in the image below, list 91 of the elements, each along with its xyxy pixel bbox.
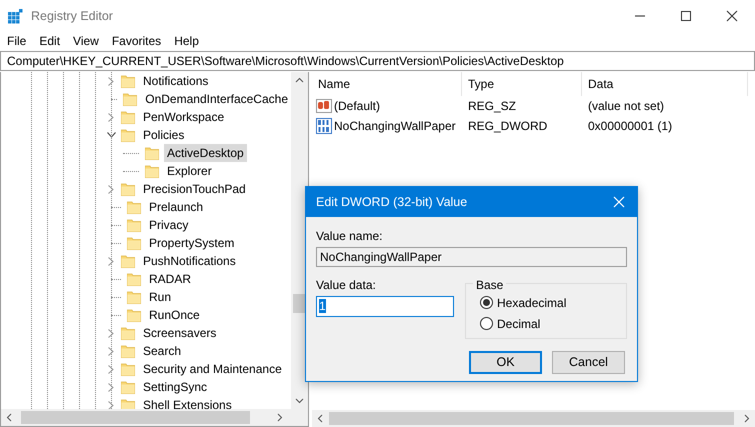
tree-item[interactable]: SettingSync [140,378,210,396]
tree-item[interactable]: PenWorkspace [140,108,228,126]
folder-icon [127,200,141,214]
scrollbar-thumb[interactable] [329,412,734,425]
tree-item[interactable]: Notifications [140,72,212,90]
value-type: REG_SZ [468,99,516,113]
value-name[interactable]: (Default) [334,97,380,115]
tree-item[interactable]: Prelaunch [146,198,206,216]
field-label: Value name: [316,228,384,245]
address-bar[interactable]: Computer\HKEY_CURRENT_USER\Software\Microsoft\Windows\CurrentVersion\Policies\ActiveDesktop [0,51,755,71]
menu-item[interactable]: Favorites [112,32,162,50]
folder-icon [121,110,135,124]
horizontal-scrollbar[interactable] [1,409,308,426]
vertical-scrollbar[interactable] [291,72,308,409]
expand-chevron-icon[interactable] [108,184,114,194]
folder-icon [121,344,135,358]
menu-item[interactable]: View [73,32,99,50]
scroll-right-icon[interactable] [742,414,751,423]
expand-chevron-icon[interactable] [108,382,114,392]
close-icon[interactable] [611,194,627,210]
folder-icon [121,398,135,409]
folder-icon [127,218,141,232]
folder-icon [121,362,135,376]
tree-item[interactable]: Shell Extensions [140,396,235,409]
app-icon [8,8,23,24]
column-header[interactable]: Data [582,72,748,96]
tree-item[interactable]: Search [140,342,184,360]
tree-item[interactable]: PropertySystem [146,234,238,252]
menu-item[interactable]: File [7,32,26,50]
horizontal-scrollbar[interactable] [312,410,755,427]
value-data: 0x00000001 (1) [588,119,672,133]
tree-item[interactable]: PushNotifications [140,252,239,270]
expand-chevron-icon[interactable] [108,76,114,86]
scrollbar-thumb[interactable] [293,294,306,313]
folder-icon [121,128,135,142]
folder-icon [121,182,135,196]
field-label: Value data: [316,277,377,294]
column-header[interactable]: Name [312,72,462,96]
tree-item[interactable]: Run [146,288,174,306]
scrollbar-thumb[interactable] [21,411,250,424]
tree-item[interactable]: Policies [140,126,188,144]
folder-icon [127,290,141,304]
tree-item[interactable]: ActiveDesktop [164,144,247,162]
folder-icon [121,326,135,340]
tree-item[interactable]: Explorer [164,162,215,180]
folder-icon [121,380,135,394]
menu-item[interactable]: Help [174,32,199,50]
scroll-right-icon[interactable] [275,413,284,422]
expand-chevron-icon[interactable] [108,346,114,356]
folder-icon [145,146,159,160]
ok-button[interactable]: OK [469,351,542,374]
radio-button[interactable] [480,296,493,309]
menu-item[interactable]: Edit [39,32,60,50]
column-header[interactable]: Type [462,72,582,96]
dialog-title: Edit DWORD (32-bit) Value [316,194,468,211]
folder-icon [127,272,141,286]
expand-chevron-icon[interactable] [108,328,114,338]
tree-item[interactable]: Privacy [146,216,192,234]
scroll-left-icon[interactable] [316,414,325,423]
expand-chevron-icon[interactable] [108,364,114,374]
value-name[interactable]: NoChangingWallPaper [334,117,456,135]
radio-button[interactable] [480,317,493,330]
value-data: (value not set) [588,99,664,113]
tree-item[interactable]: RADAR [146,270,194,288]
expand-chevron-icon[interactable] [108,112,114,122]
folder-icon [121,74,135,88]
binary-value-icon [316,118,332,134]
folder-icon [121,254,135,268]
value-data-field[interactable]: 1 [316,296,454,317]
folder-icon [123,92,138,106]
string-value-icon [316,98,332,114]
collapse-chevron-icon[interactable] [106,132,116,138]
expand-chevron-icon[interactable] [108,256,114,266]
value-type: REG_DWORD [468,119,548,133]
folder-icon [127,236,141,250]
tree-item[interactable]: Screensavers [140,324,220,342]
radio-label[interactable]: Hexadecimal [497,294,566,312]
window-title: Registry Editor [31,8,113,25]
scroll-up-icon[interactable] [295,76,304,85]
tree-item[interactable]: PrecisionTouchPad [140,180,249,198]
expand-chevron-icon[interactable] [108,400,114,409]
scroll-down-icon[interactable] [295,396,304,405]
cancel-button[interactable]: Cancel [552,351,625,374]
tree-item[interactable]: OnDemandInterfaceCache [142,90,291,108]
scroll-left-icon[interactable] [5,413,14,422]
value-name-field[interactable]: NoChangingWallPaper [316,247,627,267]
tree-item[interactable]: Security and Maintenance [140,360,285,378]
folder-icon [145,164,159,178]
radio-label[interactable]: Decimal [497,314,540,332]
tree-item[interactable]: RunOnce [146,306,203,324]
folder-icon [127,308,141,322]
